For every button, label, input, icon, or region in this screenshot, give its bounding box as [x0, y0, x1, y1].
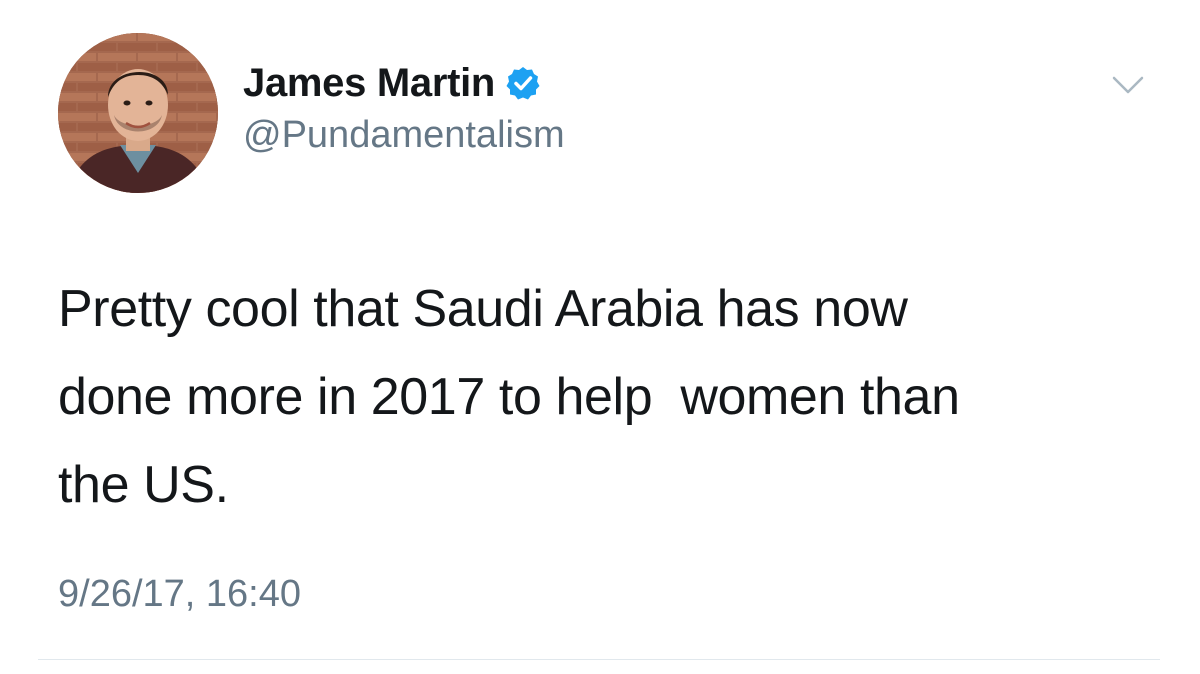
author-name-row[interactable]: James Martin	[243, 58, 541, 108]
divider	[38, 659, 1160, 660]
display-name[interactable]: James Martin	[243, 61, 495, 106]
avatar[interactable]	[58, 33, 218, 193]
user-handle[interactable]: @Pundamentalism	[243, 114, 565, 157]
tweet-card: James Martin @Pundamentalism Pretty cool…	[0, 0, 1200, 674]
tweet-text: Pretty cool that Saudi Arabia has now do…	[58, 280, 960, 514]
verified-badge-icon	[505, 65, 541, 101]
chevron-down-icon[interactable]	[1110, 72, 1146, 98]
tweet-timestamp[interactable]: 9/26/17, 16:40	[58, 573, 301, 616]
